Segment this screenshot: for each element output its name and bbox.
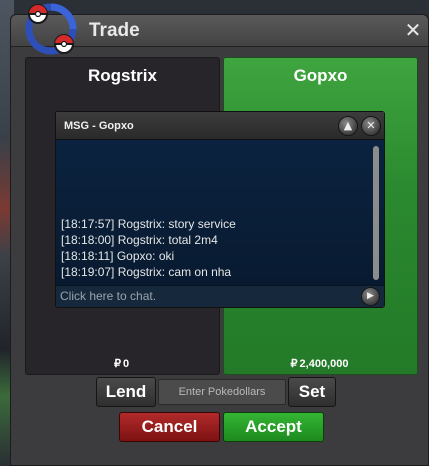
currency-icon: ₽ (290, 358, 298, 370)
chat-scrollbar[interactable] (373, 146, 379, 280)
window-title: Trade (89, 20, 140, 41)
player-name-right: Gopxo (293, 66, 348, 85)
currency-icon: ₽ (113, 358, 121, 370)
chat-message: [18:18:00] Rogstrix: total 2m4 (61, 233, 218, 247)
chat-message: [18:19:07] Rogstrix: cam on nha (61, 265, 232, 279)
chat-log: [18:17:57] Rogstrix: story service [18:1… (56, 140, 384, 286)
chat-header[interactable]: MSG - Gopxo ▲ ✕ (56, 112, 384, 140)
money-value-right: 2,400,000 (299, 358, 349, 370)
scroll-thumb[interactable] (373, 146, 379, 280)
chat-window: MSG - Gopxo ▲ ✕ [18:17:57] Rogstrix: sto… (55, 111, 385, 308)
player-name-left: Rogstrix (88, 66, 157, 85)
message-list: [18:17:57] Rogstrix: story service [18:1… (61, 216, 364, 280)
cancel-button[interactable]: Cancel (119, 412, 220, 442)
close-button[interactable]: ✕ (404, 20, 422, 40)
trade-window: Trade ✕ Rogstrix ₽0 Gopxo ₽2,400,000 MSG… (10, 14, 429, 466)
money-left: ₽0 (26, 357, 219, 370)
chat-input-row: Click here to chat. ▶ (56, 285, 384, 307)
money-value-left: 0 (122, 358, 130, 370)
pokedollar-amount-input[interactable]: Enter Pokedollars (158, 379, 286, 405)
chat-input[interactable]: Click here to chat. (60, 289, 156, 303)
send-icon[interactable]: ▶ (361, 287, 380, 306)
chat-close-icon[interactable]: ✕ (361, 116, 381, 136)
pokeball-logo-icon (25, 3, 77, 55)
chat-message: [18:18:11] Gopxo: oki (61, 249, 175, 263)
lend-button[interactable]: Lend (96, 377, 156, 407)
minimize-icon[interactable]: ▲ (338, 116, 358, 136)
money-right: ₽2,400,000 (224, 357, 417, 370)
set-button[interactable]: Set (288, 377, 336, 407)
chat-title: MSG - Gopxo (64, 120, 134, 132)
accept-button[interactable]: Accept (223, 412, 324, 442)
chat-message: [18:17:57] Rogstrix: story service (61, 217, 236, 231)
